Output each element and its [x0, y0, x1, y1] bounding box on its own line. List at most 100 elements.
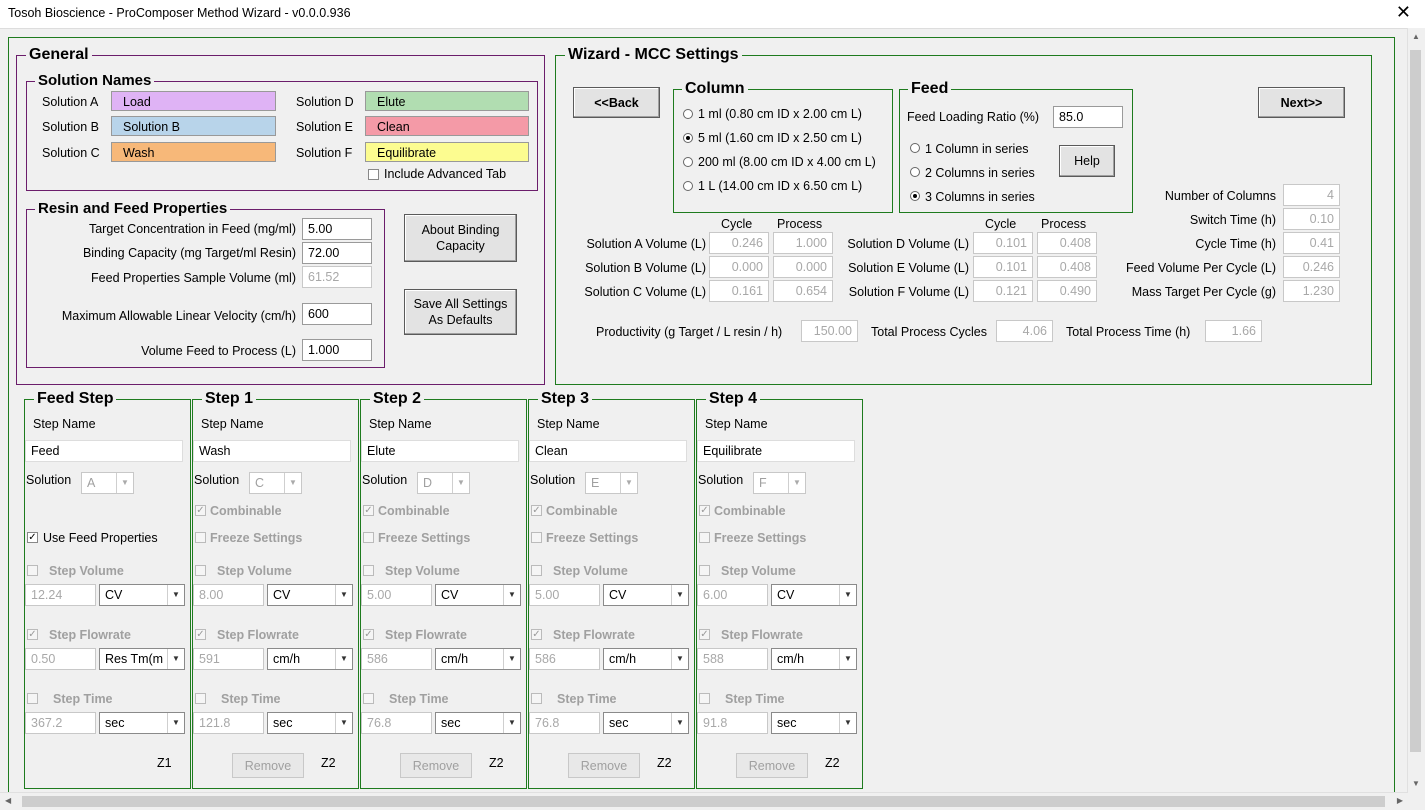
series-3-radio[interactable] [910, 191, 920, 201]
step-time-unit-select[interactable]: sec ▼ [267, 712, 353, 734]
zone-label: Z2 [825, 756, 840, 770]
scroll-down-icon[interactable]: ▼ [1412, 779, 1420, 788]
target-conc-label: Target Concentration in Feed (mg/ml) [88, 222, 296, 236]
sol-a-process-value: 1.000 [773, 232, 833, 254]
step-flowrate-unit-value: Res Tm(m [105, 652, 164, 666]
productivity-label: Productivity (g Target / L resin / h) [596, 325, 783, 339]
step-volume-checkbox [699, 565, 710, 576]
step-time-unit-select[interactable]: sec ▼ [771, 712, 857, 734]
series-3-label: 3 Columns in series [925, 190, 1035, 204]
vertical-scroll-thumb[interactable] [1410, 50, 1421, 752]
solution-d-field[interactable]: Elute [365, 91, 529, 111]
solution-f-field[interactable]: Equilibrate [365, 142, 529, 162]
chevron-down-icon: ▼ [503, 585, 520, 605]
max-velocity-input[interactable]: 600 [302, 303, 372, 325]
step-time-unit-select[interactable]: sec ▼ [99, 712, 185, 734]
step-volume-unit-value: CV [777, 588, 795, 602]
solution-select: F ▼ [753, 472, 806, 494]
step-flowrate-unit-select[interactable]: cm/h ▼ [603, 648, 689, 670]
step-legend-2: Step 2 [370, 390, 425, 408]
solution-a-field[interactable]: Load [111, 91, 276, 111]
column-200ml-radio[interactable] [683, 157, 693, 167]
save-defaults-label: Save All Settings As Defaults [413, 297, 508, 327]
step-time-label: Step Time [557, 692, 617, 706]
step-volume-input: 12.24 [25, 584, 96, 606]
solution-e-field[interactable]: Clean [365, 116, 529, 136]
close-icon[interactable]: ✕ [1396, 2, 1411, 23]
step-name-input[interactable]: Elute [361, 440, 519, 462]
use-feed-properties-checkbox[interactable]: ✓ [27, 532, 38, 543]
series-1-radio[interactable] [910, 143, 920, 153]
step-time-input: 367.2 [25, 712, 96, 734]
solution-b-field[interactable]: Solution B [111, 116, 276, 136]
scroll-right-icon[interactable]: ▶ [1397, 796, 1403, 805]
column-1ml-radio[interactable] [683, 109, 693, 119]
freeze-settings-checkbox [363, 532, 374, 543]
step-volume-unit-value: CV [609, 588, 627, 602]
help-button[interactable]: Help [1059, 145, 1115, 177]
step-legend-0: Feed Step [34, 390, 117, 408]
next-button[interactable]: Next>> [1258, 87, 1345, 118]
step-flowrate-unit-select[interactable]: cm/h ▼ [435, 648, 521, 670]
chevron-down-icon: ▼ [671, 649, 688, 669]
step-volume-unit-select[interactable]: CV ▼ [267, 584, 353, 606]
include-advanced-tab-checkbox[interactable] [368, 169, 379, 180]
column-5ml-radio[interactable] [683, 133, 693, 143]
step-name-label: Step Name [201, 417, 264, 431]
step-time-checkbox [363, 693, 374, 704]
step-flowrate-unit-value: cm/h [273, 652, 301, 666]
step-flowrate-unit-select[interactable]: cm/h ▼ [771, 648, 857, 670]
use-feed-properties-label: Use Feed Properties [43, 531, 158, 545]
chevron-down-icon: ▼ [116, 473, 133, 493]
step-time-input: 121.8 [193, 712, 264, 734]
scroll-up-icon[interactable]: ▲ [1412, 32, 1420, 41]
chevron-down-icon: ▼ [671, 713, 688, 733]
back-button[interactable]: <<Back [573, 87, 660, 118]
binding-cap-input[interactable]: 72.00 [302, 242, 372, 264]
step-name-input[interactable]: Feed [25, 440, 183, 462]
horizontal-scroll-thumb[interactable] [22, 796, 1385, 807]
step-volume-label: Step Volume [721, 564, 796, 578]
chevron-down-icon: ▼ [284, 473, 301, 493]
step-name-input[interactable]: Wash [193, 440, 351, 462]
step-flowrate-unit-select[interactable]: Res Tm(m ▼ [99, 648, 185, 670]
step-volume-unit-select[interactable]: CV ▼ [435, 584, 521, 606]
loading-ratio-input[interactable]: 85.0 [1053, 106, 1123, 128]
series-2-radio[interactable] [910, 167, 920, 177]
step-volume-input: 5.00 [529, 584, 600, 606]
horizontal-scrollbar[interactable]: ◀ ▶ [0, 792, 1408, 810]
step-name-input[interactable]: Clean [529, 440, 687, 462]
solution-c-field[interactable]: Wash [111, 142, 276, 162]
volume-feed-input[interactable]: 1.000 [302, 339, 372, 361]
step-flowrate-input: 586 [361, 648, 432, 670]
target-conc-input[interactable]: 5.00 [302, 218, 372, 240]
combinable-label: Combinable [546, 504, 618, 518]
about-binding-button[interactable]: About Binding Capacity [404, 214, 517, 262]
solution-names-legend: Solution Names [35, 72, 155, 89]
window-title: Tosoh Bioscience - ProComposer Method Wi… [8, 6, 351, 20]
step-volume-unit-select[interactable]: CV ▼ [99, 584, 185, 606]
step-volume-unit-value: CV [105, 588, 123, 602]
step-flowrate-unit-value: cm/h [777, 652, 805, 666]
scroll-left-icon[interactable]: ◀ [5, 796, 11, 805]
column-1l-radio[interactable] [683, 181, 693, 191]
step-volume-checkbox [195, 565, 206, 576]
chevron-down-icon: ▼ [839, 713, 856, 733]
step-time-unit-select[interactable]: sec ▼ [603, 712, 689, 734]
solution-e-label: Solution E [296, 120, 353, 134]
step-flowrate-checkbox: ✓ [195, 629, 206, 640]
step-time-label: Step Time [389, 692, 449, 706]
save-defaults-button[interactable]: Save All Settings As Defaults [404, 289, 517, 335]
remove-step-button: Remove [400, 753, 472, 778]
step-name-input[interactable]: Equilibrate [697, 440, 855, 462]
step-flowrate-unit-select[interactable]: cm/h ▼ [267, 648, 353, 670]
step-volume-unit-select[interactable]: CV ▼ [771, 584, 857, 606]
solution-select: E ▼ [585, 472, 638, 494]
step-flowrate-input: 0.50 [25, 648, 96, 670]
step-time-unit-select[interactable]: sec ▼ [435, 712, 521, 734]
step-flowrate-label: Step Flowrate [553, 628, 635, 642]
vertical-scrollbar[interactable]: ▲ ▼ [1407, 28, 1425, 810]
step-volume-unit-select[interactable]: CV ▼ [603, 584, 689, 606]
zone-label: Z2 [657, 756, 672, 770]
sol-d-process-value: 0.408 [1037, 232, 1097, 254]
